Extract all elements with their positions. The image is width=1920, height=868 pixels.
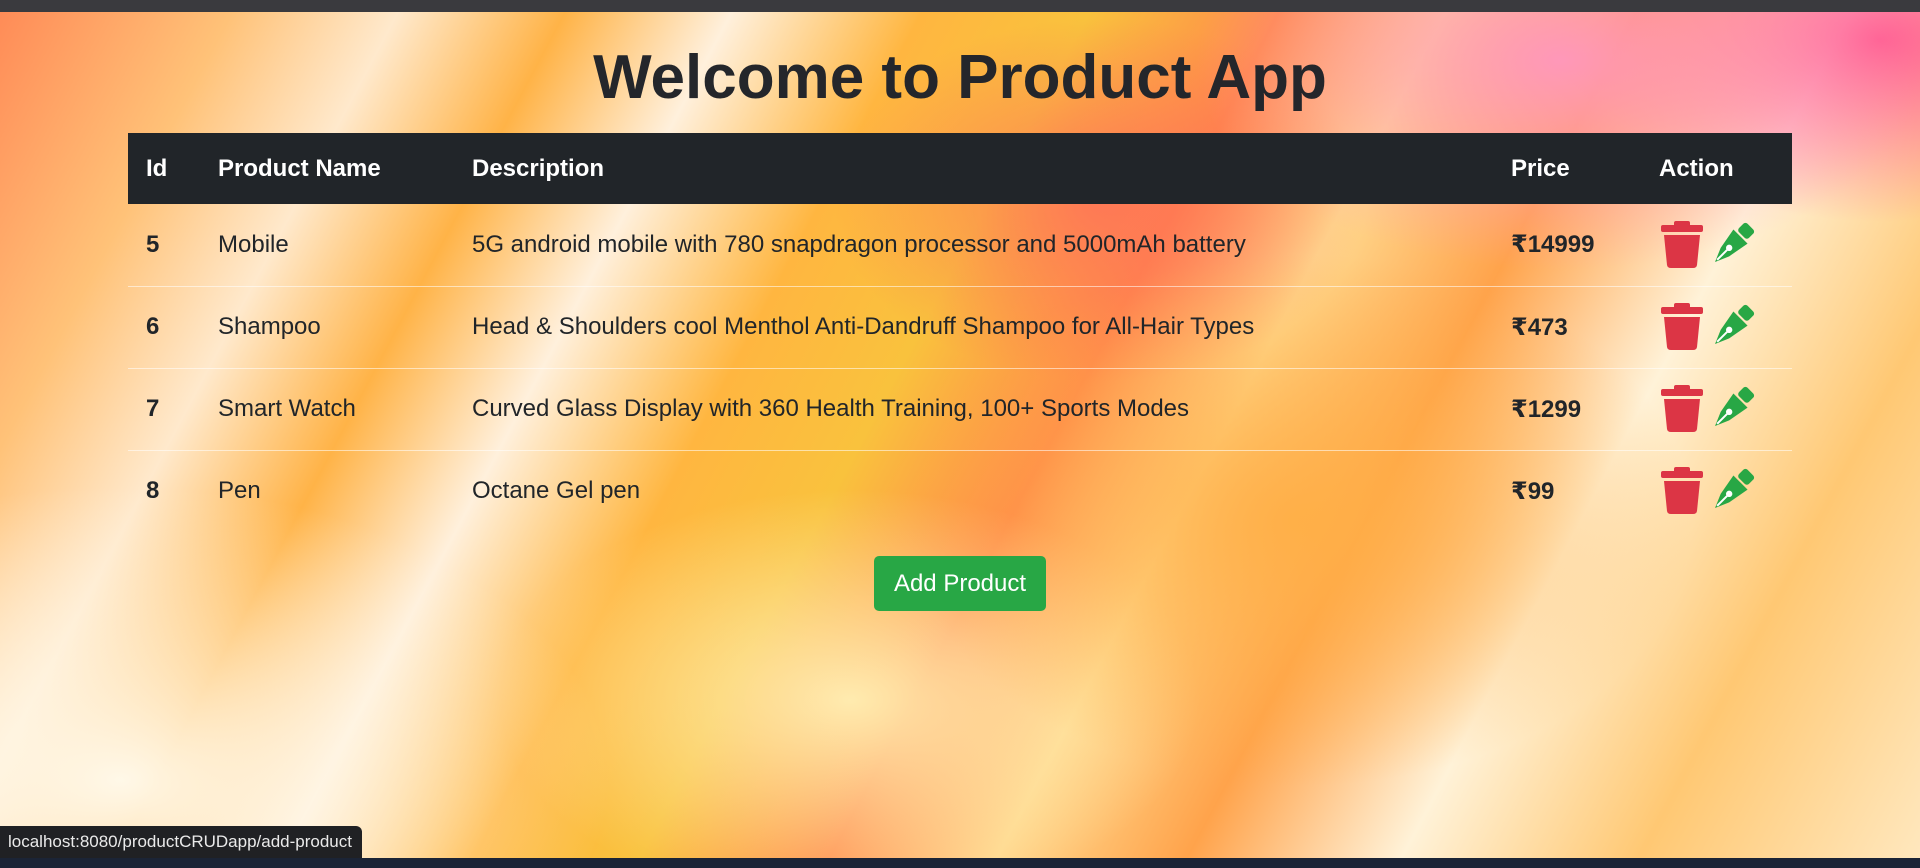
header-id: Id [146,154,168,182]
cell-description: Curved Glass Display with 360 Health Tra… [472,395,1190,422]
cell-product-name: Smart Watch [218,395,356,422]
cell-id: 5 [146,230,160,258]
header-price: Price [1511,154,1570,182]
cell-id: 6 [146,313,160,340]
table-row: 6 Shampoo Head & Shoulders cool Menthol An… [128,286,1792,368]
trash-icon[interactable] [1659,220,1705,269]
cell-id: 8 [146,477,160,505]
header-description: Description [472,154,605,182]
cell-actions [1641,368,1792,450]
cell-actions [1641,204,1792,286]
trash-icon[interactable] [1659,467,1705,515]
table-row: 5 Mobile 5G android mobile with 780 snapdr… [128,204,1792,286]
header-action: Action [1659,154,1734,182]
cell-price: ₹1299 [1511,395,1582,423]
cell-actions [1641,450,1792,532]
trash-icon[interactable] [1659,385,1705,433]
pen-nib-icon[interactable] [1709,385,1755,433]
cell-price: ₹99 [1511,477,1555,505]
cell-product-name: Mobile [218,230,289,258]
page-title: Welcome to Product App [593,43,1327,112]
products-table: Id Product Name Description Price Action… [128,133,1792,532]
table-header-row: Id Product Name Description Price Action [128,133,1792,204]
cell-price: ₹473 [1511,313,1568,341]
header-product-name: Product Name [218,154,381,182]
cell-description: Head & Shoulders cool Menthol Anti-Dandr… [472,313,1255,340]
pen-nib-icon[interactable] [1709,221,1755,269]
cell-description: Octane Gel pen [472,477,641,505]
cell-product-name: Shampoo [218,313,321,340]
cell-id: 7 [146,395,160,422]
pen-nib-icon[interactable] [1709,303,1755,351]
table-row: 7 Smart Watch Curved Glass Display with 36… [128,368,1792,450]
taskbar [0,858,1920,868]
cell-description: 5G android mobile with 780 snapdragon pr… [472,230,1246,258]
cell-price: ₹14999 [1511,231,1595,259]
table-row: 8 Pen Octane Gel pen ₹99 [128,450,1792,532]
pen-nib-icon[interactable] [1709,467,1755,515]
cell-actions [1641,286,1792,368]
cell-product-name: Pen [218,477,261,505]
browser-top-bar [0,0,1920,12]
status-bar-url: localhost:8080/productCRUDapp/add-produc… [0,826,362,858]
add-product-button[interactable]: Add Product [874,556,1046,611]
trash-icon[interactable] [1659,303,1705,351]
